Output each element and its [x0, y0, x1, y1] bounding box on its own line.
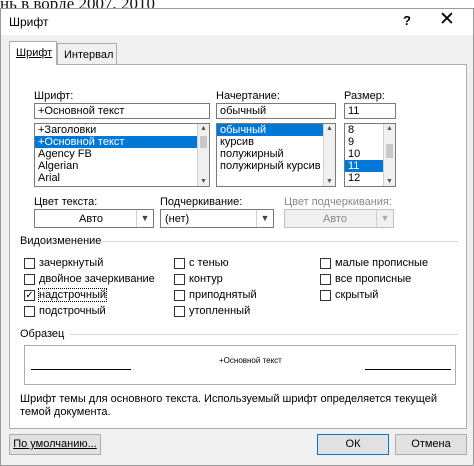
- size-list-scrollbar[interactable]: ▲ ▼: [383, 124, 395, 186]
- effect-label: скрытый: [335, 289, 379, 301]
- font-tab-panel: Шрифт: +Основной текст +Заголовки +Основн…: [9, 64, 467, 429]
- checkbox[interactable]: [24, 257, 35, 269]
- chevron-down-icon[interactable]: ▼: [256, 210, 273, 227]
- effect-option[interactable]: все прописные: [320, 273, 411, 285]
- group-divider: [70, 334, 458, 335]
- ok-button[interactable]: ОК: [317, 434, 389, 455]
- scroll-down-icon[interactable]: ▼: [200, 178, 207, 185]
- cancel-button[interactable]: Отмена: [395, 434, 467, 455]
- checkbox[interactable]: [174, 257, 185, 269]
- font-input[interactable]: +Основной текст: [34, 103, 210, 119]
- tab-spacing[interactable]: Интервал: [57, 43, 117, 65]
- preview-description: Шрифт темы для основного текста. Использ…: [20, 393, 437, 418]
- effect-option[interactable]: с тенью: [174, 257, 229, 269]
- size-list[interactable]: 8 9 10 11 12 ▲ ▼: [344, 123, 396, 187]
- chevron-down-icon[interactable]: ▼: [136, 210, 153, 227]
- font-list-item[interactable]: Agency FB: [35, 148, 209, 160]
- dialog-title: Шрифт: [9, 15, 49, 29]
- underline-color-combo: Авто ▼: [284, 209, 394, 228]
- group-divider: [100, 241, 458, 242]
- effect-option[interactable]: утопленный: [174, 305, 250, 317]
- color-value: Авто: [79, 213, 103, 225]
- effect-label: контур: [189, 273, 223, 285]
- help-button[interactable]: ?: [403, 13, 411, 28]
- checkbox[interactable]: [174, 305, 185, 317]
- effect-option[interactable]: скрытый: [320, 289, 378, 301]
- effect-option[interactable]: двойное зачеркивание: [24, 273, 155, 285]
- title-bar: Шрифт ? ✕: [1, 9, 473, 35]
- font-dialog: Шрифт ? ✕ Шрифт Интервал Шрифт: +Основно…: [0, 8, 474, 466]
- effect-label: приподнятый: [189, 289, 257, 301]
- size-input[interactable]: 11: [344, 103, 396, 119]
- underline-label: Подчеркивание:: [160, 196, 243, 208]
- style-list-item[interactable]: обычный: [217, 124, 335, 136]
- font-label: Шрифт:: [34, 90, 74, 102]
- effect-option[interactable]: приподнятый: [174, 289, 257, 301]
- effect-option[interactable]: контур: [174, 273, 223, 285]
- underline-value: (нет): [165, 213, 190, 225]
- scroll-thumb[interactable]: [386, 144, 393, 158]
- style-list-item[interactable]: полужирный: [217, 148, 335, 160]
- checkbox[interactable]: [24, 273, 35, 285]
- close-button[interactable]: ✕: [439, 10, 455, 30]
- effect-option[interactable]: малые прописные: [320, 257, 428, 269]
- color-combo[interactable]: Авто ▼: [34, 209, 154, 228]
- effect-label: двойное зачеркивание: [39, 273, 155, 285]
- style-list-item[interactable]: курсив: [217, 136, 335, 148]
- style-list-item[interactable]: полужирный курсив: [217, 160, 335, 172]
- scroll-up-icon[interactable]: ▲: [326, 125, 333, 132]
- size-label: Размер:: [344, 90, 385, 102]
- effect-label: все прописные: [335, 273, 412, 285]
- chevron-down-icon: ▼: [376, 210, 393, 227]
- underline-combo[interactable]: (нет) ▼: [160, 209, 274, 228]
- style-label: Начертание:: [216, 90, 280, 102]
- set-default-label: По умолчанию...: [13, 438, 97, 450]
- checkbox[interactable]: [320, 257, 331, 269]
- font-list-item[interactable]: +Заголовки: [35, 124, 209, 136]
- baseline-left: [31, 369, 131, 370]
- style-list[interactable]: обычный курсив полужирный полужирный курсив…: [216, 123, 336, 187]
- style-input[interactable]: обычный: [216, 103, 336, 119]
- checkbox[interactable]: [24, 305, 35, 317]
- checkbox[interactable]: [174, 273, 185, 285]
- scroll-up-icon[interactable]: ▲: [200, 125, 207, 132]
- baseline-right: [365, 369, 451, 370]
- font-list-item[interactable]: +Основной текст: [35, 136, 209, 148]
- underline-color-value: Авто: [323, 213, 347, 225]
- font-list-item[interactable]: Arial: [35, 172, 209, 184]
- scroll-down-icon[interactable]: ▼: [386, 178, 393, 185]
- checkbox[interactable]: [320, 289, 331, 301]
- scroll-thumb[interactable]: [200, 136, 207, 148]
- effect-label: малые прописные: [335, 257, 429, 269]
- checkbox[interactable]: ✓: [24, 289, 35, 301]
- effect-option[interactable]: ✓ надстрочный: [24, 288, 107, 302]
- effects-label: Видоизменение: [20, 235, 102, 247]
- underline-color-label: Цвет подчеркивания:: [284, 196, 392, 208]
- effect-label: утопленный: [189, 305, 251, 317]
- effect-option[interactable]: зачеркнутый: [24, 257, 103, 269]
- tab-font-label: Шрифт: [16, 47, 53, 59]
- color-label: Цвет текста:: [34, 196, 98, 208]
- preview-sample: +Основной текст: [219, 356, 282, 365]
- tab-font[interactable]: Шрифт: [9, 41, 57, 65]
- style-list-scrollbar[interactable]: ▲ ▼: [323, 124, 335, 186]
- effect-label: надстрочный: [38, 288, 107, 302]
- scroll-up-icon[interactable]: ▲: [386, 125, 393, 132]
- font-list-item[interactable]: Algerian: [35, 160, 209, 172]
- effect-label: с тенью: [189, 257, 229, 269]
- checkbox[interactable]: [320, 273, 331, 285]
- scroll-down-icon[interactable]: ▼: [326, 178, 333, 185]
- effect-label: зачеркнутый: [39, 257, 104, 269]
- font-list[interactable]: +Заголовки +Основной текст Agency FB Algeri…: [34, 123, 210, 187]
- set-default-button[interactable]: По умолчанию...: [9, 434, 101, 455]
- effect-option[interactable]: подстрочный: [24, 305, 106, 317]
- tab-spacing-label: Интервал: [64, 49, 114, 61]
- preview-box: +Основной текст: [24, 345, 456, 385]
- font-list-scrollbar[interactable]: ▲ ▼: [197, 124, 209, 186]
- preview-label: Образец: [20, 328, 65, 340]
- background-document-text: нь в ворде 2007, 2010: [0, 0, 474, 8]
- checkbox[interactable]: [174, 289, 185, 301]
- effect-label: подстрочный: [39, 305, 106, 317]
